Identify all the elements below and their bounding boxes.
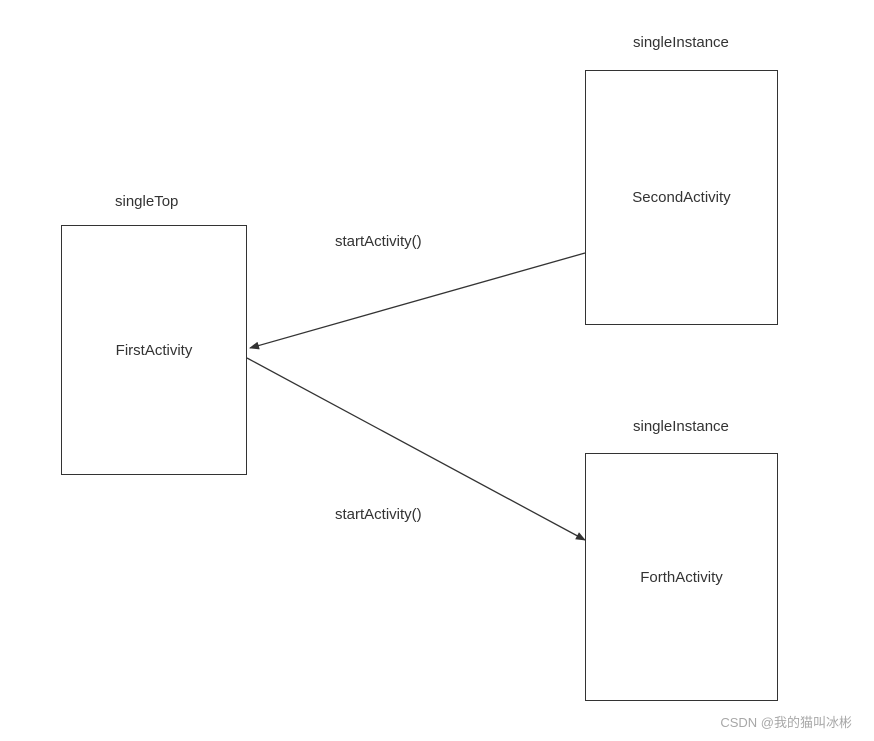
second-activity-box: SecondActivity	[585, 70, 778, 325]
first-activity-mode-label: singleTop	[115, 193, 178, 210]
edge-label-first-to-forth: startActivity()	[335, 506, 422, 523]
arrow-second-to-first	[250, 253, 585, 348]
watermark-text: CSDN @我的猫叫冰彬	[720, 712, 852, 731]
edge-label-second-to-first: startActivity()	[335, 233, 422, 250]
forth-activity-label: ForthActivity	[640, 569, 723, 586]
first-activity-box: FirstActivity	[61, 225, 247, 475]
forth-activity-mode-label: singleInstance	[633, 418, 729, 435]
second-activity-label: SecondActivity	[632, 189, 730, 206]
diagram-canvas: singleTop FirstActivity singleInstance S…	[0, 0, 874, 741]
forth-activity-box: ForthActivity	[585, 453, 778, 701]
first-activity-label: FirstActivity	[116, 342, 193, 359]
second-activity-mode-label: singleInstance	[633, 34, 729, 51]
